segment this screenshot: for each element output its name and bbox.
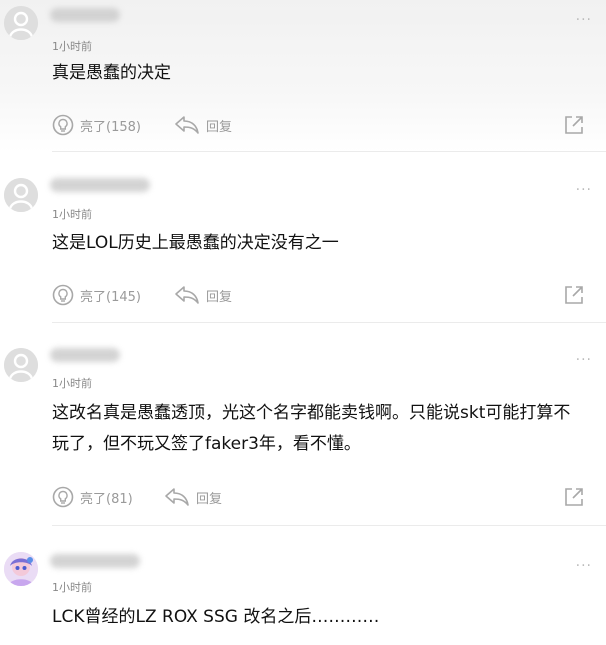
- comment-text: 真是愚蠢的决定: [52, 63, 171, 83]
- more-options-icon[interactable]: ···: [576, 558, 592, 574]
- comment-text: 这改名真是愚蠢透顶，光这个名字都能卖钱啊。只能说skt可能打算不玩了，但不玩又签…: [52, 403, 571, 454]
- username-redacted: [50, 348, 120, 362]
- divider: [52, 322, 606, 323]
- username-redacted: [50, 554, 140, 568]
- lightbulb-icon: [52, 284, 74, 306]
- reply-arrow-icon: [175, 116, 199, 134]
- user-avatar-image: [4, 552, 38, 586]
- like-button[interactable]: 亮了(81): [52, 484, 133, 510]
- share-button[interactable]: [562, 484, 592, 510]
- reply-button[interactable]: 回复: [174, 282, 232, 308]
- comment-time: 1小时前: [52, 208, 92, 221]
- share-button[interactable]: [562, 112, 592, 138]
- reply-label: 回复: [196, 491, 223, 507]
- comment-item: ··· 1小时前 这是LOL历史上最愚蠢的决定没有之一 亮了(145) 回复: [0, 168, 606, 323]
- comment-actions: 亮了(145) 回复: [52, 282, 606, 308]
- comment-time: 1小时前: [52, 581, 92, 594]
- avatar[interactable]: [4, 552, 38, 586]
- divider: [52, 525, 606, 526]
- comment-actions: 亮了(81) 回复: [52, 484, 606, 510]
- reply-label: 回复: [206, 119, 233, 135]
- comment-time: 1小时前: [52, 377, 92, 390]
- comment-text: 这是LOL历史上最愚蠢的决定没有之一: [52, 233, 339, 253]
- avatar[interactable]: [4, 348, 38, 382]
- comment-text: LCK曾经的LZ ROX SSG 改名之后…………: [52, 607, 380, 627]
- comment-actions: 亮了(158) 回复: [52, 112, 606, 138]
- comment-item: ··· 1小时前 LCK曾经的LZ ROX SSG 改名之后…………: [0, 538, 606, 645]
- more-options-icon[interactable]: ···: [576, 352, 592, 368]
- like-button[interactable]: 亮了(145): [52, 282, 141, 308]
- reply-arrow-icon: [175, 286, 199, 304]
- comment-item: ··· 1小时前 真是愚蠢的决定 亮了(158) 回复: [0, 0, 606, 152]
- more-options-icon[interactable]: ···: [576, 182, 592, 198]
- default-avatar-icon: [4, 6, 38, 40]
- more-options-icon[interactable]: ···: [576, 12, 592, 28]
- lightbulb-icon: [52, 486, 74, 508]
- reply-label: 回复: [206, 289, 233, 305]
- lightbulb-icon: [52, 114, 74, 136]
- share-icon: [565, 286, 583, 304]
- default-avatar-icon: [4, 348, 38, 382]
- default-avatar-icon: [4, 178, 38, 212]
- avatar[interactable]: [4, 6, 38, 40]
- reply-button[interactable]: 回复: [164, 484, 222, 510]
- reply-button[interactable]: 回复: [174, 112, 232, 138]
- avatar[interactable]: [4, 178, 38, 212]
- divider: [52, 151, 606, 152]
- comment-item: ··· 1小时前 这改名真是愚蠢透顶，光这个名字都能卖钱啊。只能说skt可能打算…: [0, 338, 606, 526]
- like-label: 亮了(158): [80, 119, 141, 135]
- username-redacted: [50, 178, 150, 192]
- share-button[interactable]: [562, 282, 592, 308]
- comment-feed: ··· 1小时前 真是愚蠢的决定 亮了(158) 回复 ··· 1小时前 这是L…: [0, 0, 606, 645]
- like-button[interactable]: 亮了(158): [52, 112, 141, 138]
- like-label: 亮了(81): [80, 491, 133, 507]
- share-icon: [565, 488, 583, 506]
- username-redacted: [50, 8, 120, 22]
- comment-time: 1小时前: [52, 40, 92, 53]
- reply-arrow-icon: [165, 488, 189, 506]
- like-label: 亮了(145): [80, 289, 141, 305]
- share-icon: [565, 116, 583, 134]
